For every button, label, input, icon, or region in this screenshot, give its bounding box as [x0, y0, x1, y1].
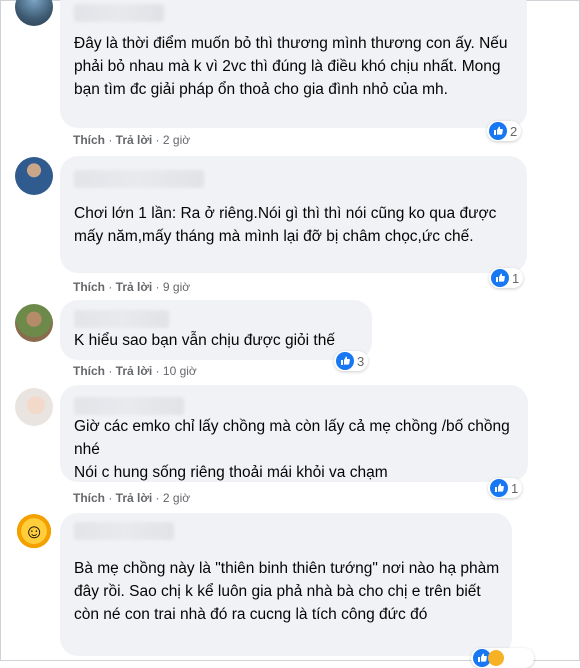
reaction-summary[interactable]: 1	[489, 268, 524, 288]
like-link[interactable]: Thích	[73, 133, 105, 147]
avatar[interactable]: ☺	[15, 514, 53, 552]
comment-time[interactable]: 10 giờ	[163, 364, 197, 378]
comment-text: K hiểu sao bạn vẫn chịu được giỏi thế	[74, 332, 335, 349]
commenter-name[interactable]	[74, 170, 204, 188]
separator: ·	[152, 491, 163, 505]
like-link[interactable]: Thích	[73, 280, 105, 294]
separator: ·	[105, 133, 116, 147]
reaction-summary[interactable]: 2	[487, 121, 522, 141]
separator: ·	[152, 280, 163, 294]
reply-link[interactable]: Trả lời	[116, 364, 153, 378]
comment-text: Bà mẹ chồng này là "thiên binh thiên tướ…	[74, 560, 500, 623]
comment-bubble: Giờ các emko chỉ lấy chồng mà còn lấy cả…	[60, 385, 528, 482]
emoji-avatar-icon: ☺	[24, 521, 45, 543]
comment-text: Chơi lớn 1 lần: Ra ở riêng.Nói gì thì th…	[74, 205, 497, 245]
comment-actions: Thích · Trả lời · 2 giờ	[73, 491, 190, 505]
reaction-count: 3	[357, 353, 365, 369]
reaction-count: 1	[512, 270, 520, 286]
comment-bubble: Đây là thời điểm muốn bỏ thì thương mình…	[60, 0, 527, 128]
reply-link[interactable]: Trả lời	[116, 280, 153, 294]
avatar[interactable]	[15, 157, 53, 195]
comment-bubble: Chơi lớn 1 lần: Ra ở riêng.Nói gì thì th…	[60, 156, 527, 273]
comment-time[interactable]: 2 giờ	[163, 133, 190, 147]
avatar[interactable]	[15, 388, 53, 426]
like-icon	[490, 479, 508, 497]
reaction-summary[interactable]: 1	[488, 478, 523, 498]
comment-text: Đây là thời điểm muốn bỏ thì thương mình…	[74, 35, 508, 98]
like-icon	[336, 352, 354, 370]
comment-actions: Thích · Trả lời · 9 giờ	[73, 280, 190, 294]
haha-icon	[488, 650, 504, 666]
comment-text: Giờ các emko chỉ lấy chồng mà còn lấy cả…	[74, 418, 510, 481]
separator: ·	[105, 364, 116, 378]
comment-bubble: Bà mẹ chồng này là "thiên binh thiên tướ…	[60, 513, 512, 656]
reply-link[interactable]: Trả lời	[116, 491, 153, 505]
comment-actions: Thích · Trả lời · 2 giờ	[73, 133, 190, 147]
commenter-name[interactable]	[74, 522, 174, 540]
comment-actions: Thích · Trả lời · 10 giờ	[73, 364, 197, 378]
like-link[interactable]: Thích	[73, 364, 105, 378]
commenter-name[interactable]	[74, 310, 169, 328]
separator: ·	[105, 491, 116, 505]
separator: ·	[105, 280, 116, 294]
like-icon	[489, 122, 507, 140]
reaction-count: 2	[510, 123, 518, 139]
reaction-count: 1	[511, 480, 519, 496]
reaction-summary[interactable]	[471, 648, 534, 668]
like-link[interactable]: Thích	[73, 491, 105, 505]
commenter-name[interactable]	[74, 397, 184, 415]
comment-bubble: K hiểu sao bạn vẫn chịu được giỏi thế	[60, 300, 372, 360]
separator: ·	[152, 364, 163, 378]
reaction-summary[interactable]: 3	[334, 351, 369, 371]
reply-link[interactable]: Trả lời	[116, 133, 153, 147]
comment-time[interactable]: 2 giờ	[163, 491, 190, 505]
separator: ·	[152, 133, 163, 147]
avatar[interactable]	[15, 304, 53, 342]
like-icon	[491, 269, 509, 287]
comment-time[interactable]: 9 giờ	[163, 280, 190, 294]
commenter-name[interactable]	[74, 4, 164, 22]
